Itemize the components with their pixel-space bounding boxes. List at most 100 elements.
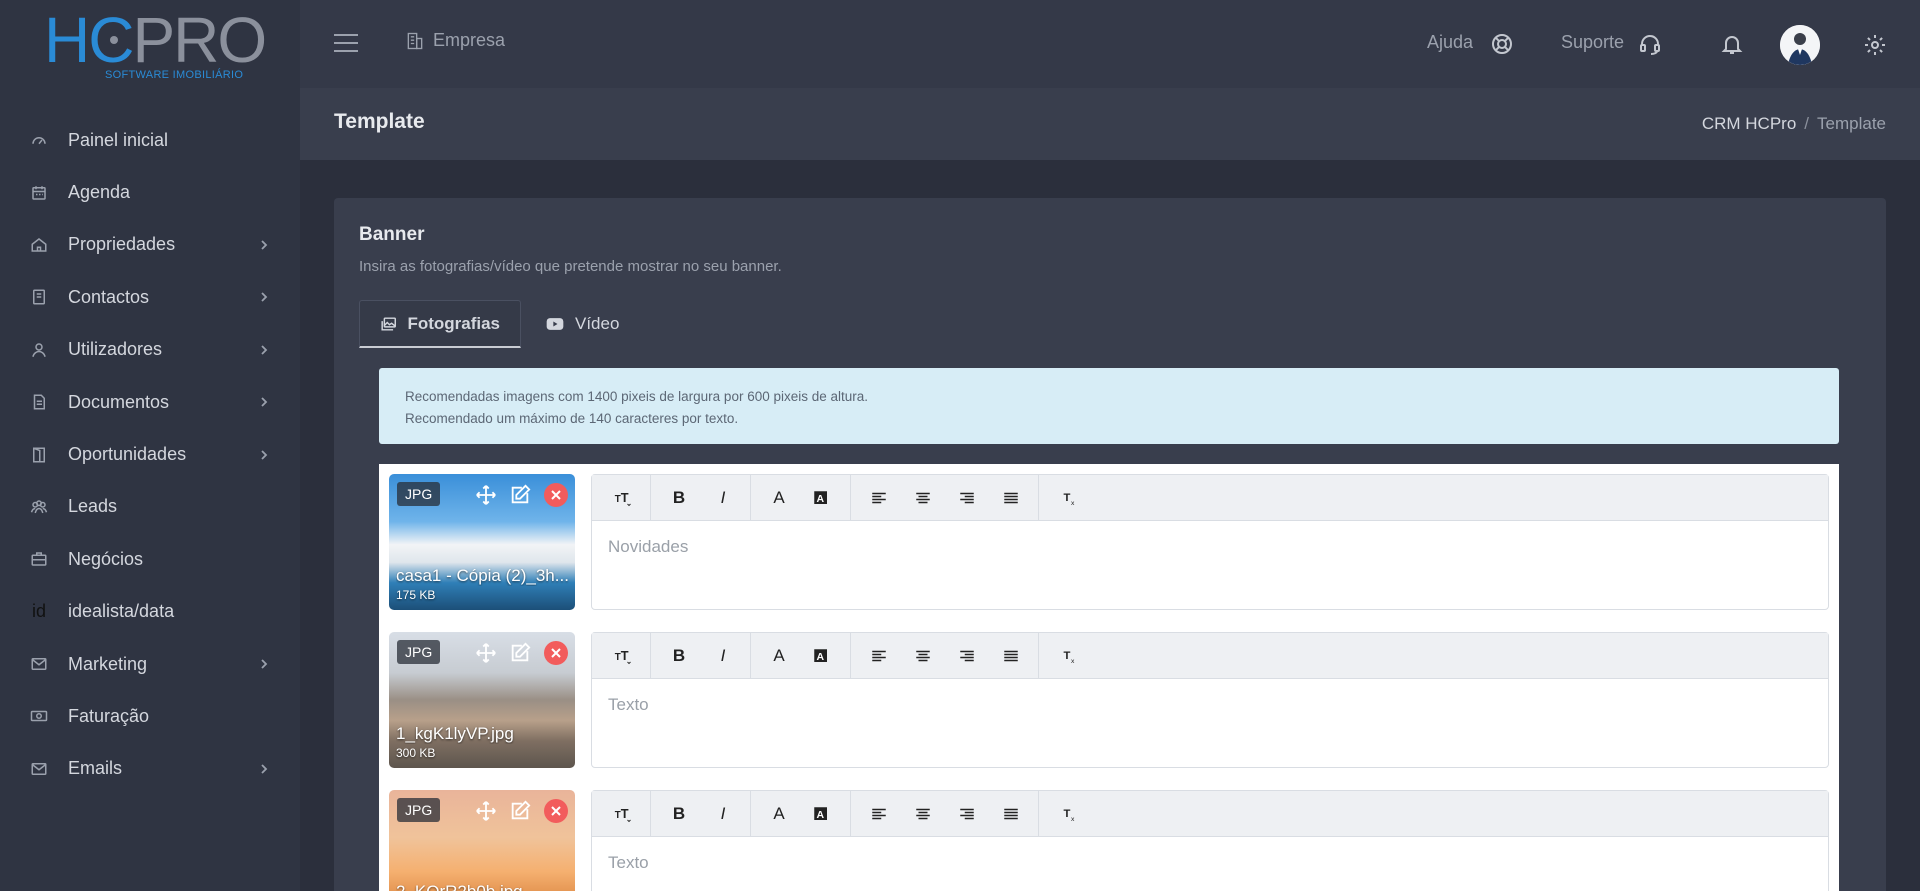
clear-format-icon[interactable]: Tx	[1058, 802, 1084, 826]
align-left-icon[interactable]	[866, 802, 892, 826]
font-size-icon[interactable]: TT	[610, 802, 636, 826]
svg-text:A: A	[817, 809, 825, 821]
file-name: casa1 - Cópia (2)_3h...	[396, 566, 569, 585]
bell-icon[interactable]	[1720, 32, 1744, 56]
sidebar-item-painel-inicial[interactable]: Painel inicial	[0, 114, 300, 166]
align-right-icon[interactable]	[954, 644, 980, 668]
move-icon[interactable]	[473, 798, 499, 824]
sidebar-nav: Painel inicial Agenda Propriedades Conta…	[0, 114, 300, 795]
svg-text:x: x	[1071, 500, 1075, 507]
move-icon[interactable]	[473, 482, 499, 508]
sidebar-item-oportunidades[interactable]: Oportunidades	[0, 428, 300, 480]
sidebar-item-idealista-data[interactable]: id idealista/data	[0, 586, 300, 638]
sidebar-item-marketing[interactable]: Marketing	[0, 638, 300, 690]
align-left-icon[interactable]	[866, 486, 892, 510]
editor-toolbar: TT B I A A Tx	[592, 791, 1828, 837]
sidebar-item-documentos[interactable]: Documentos	[0, 376, 300, 428]
delete-icon[interactable]	[544, 799, 568, 823]
font-color-button[interactable]: A	[766, 486, 792, 510]
mail-icon	[28, 758, 50, 780]
file-name: 2_KQrR2b0b.jpg	[396, 882, 571, 891]
font-size-icon[interactable]: TT	[610, 486, 636, 510]
logo-subtitle: SOFTWARE IMOBILIÁRIO	[105, 69, 244, 81]
editor-toolbar: TT B I A A Tx	[592, 633, 1828, 679]
editor-content[interactable]: Texto	[608, 695, 649, 715]
align-center-icon[interactable]	[910, 486, 936, 510]
document-icon	[28, 391, 50, 413]
page-title: Template	[334, 110, 425, 133]
image-thumbnail[interactable]: JPG casa1 - Cópia (2)_3h... 175 KB	[389, 474, 575, 610]
align-right-icon[interactable]	[954, 486, 980, 510]
company-selector[interactable]: Empresa	[405, 30, 505, 51]
align-left-icon[interactable]	[866, 644, 892, 668]
tab-video[interactable]: Vídeo	[525, 300, 639, 348]
people-group-icon	[28, 496, 50, 518]
sidebar-item-contactos[interactable]: Contactos	[0, 271, 300, 323]
align-justify-icon[interactable]	[998, 486, 1024, 510]
highlight-color-icon[interactable]: A	[808, 802, 834, 826]
info-alert: Recomendadas imagens com 1400 pixeis de …	[379, 368, 1839, 444]
breadcrumb-crm[interactable]: CRM HCPro	[1702, 114, 1796, 133]
clear-format-icon[interactable]: Tx	[1058, 486, 1084, 510]
tab-fotografias[interactable]: Fotografias	[359, 300, 521, 348]
editor-content[interactable]: Texto	[608, 853, 649, 873]
gear-icon[interactable]	[1863, 33, 1887, 57]
delete-icon[interactable]	[544, 641, 568, 665]
svg-text:x: x	[1071, 658, 1075, 665]
hamburger-menu-icon[interactable]	[334, 34, 358, 54]
highlight-color-icon[interactable]: A	[808, 486, 834, 510]
sidebar-item-faturacao[interactable]: Faturação	[0, 690, 300, 742]
sidebar-item-utilizadores[interactable]: Utilizadores	[0, 324, 300, 376]
font-size-icon[interactable]: TT	[610, 644, 636, 668]
italic-button[interactable]: I	[710, 644, 736, 668]
bold-button[interactable]: B	[666, 486, 692, 510]
italic-button[interactable]: I	[710, 486, 736, 510]
chevron-right-icon	[261, 659, 268, 669]
font-color-button[interactable]: A	[766, 644, 792, 668]
font-color-button[interactable]: A	[766, 802, 792, 826]
file-type-badge: JPG	[397, 798, 441, 822]
support-link[interactable]: Suporte	[1561, 32, 1624, 53]
home-icon	[28, 234, 50, 256]
user-avatar[interactable]	[1780, 25, 1820, 65]
align-justify-icon[interactable]	[998, 802, 1024, 826]
move-icon[interactable]	[473, 640, 499, 666]
chevron-right-icon	[261, 449, 268, 460]
contacts-book-icon	[28, 286, 50, 308]
banner-items-list: JPG casa1 - Cópia (2)_3h... 175 KB TT B …	[379, 464, 1839, 891]
help-link[interactable]: Ajuda	[1427, 32, 1473, 53]
images-icon	[381, 316, 396, 331]
sidebar-item-leads[interactable]: Leads	[0, 481, 300, 533]
page-header: Template CRM HCPro / Template	[300, 88, 1920, 160]
sidebar-item-agenda[interactable]: Agenda	[0, 166, 300, 218]
chevron-right-icon	[261, 397, 268, 407]
clear-format-icon[interactable]: Tx	[1058, 644, 1084, 668]
edit-icon[interactable]	[507, 798, 533, 824]
lifebuoy-icon[interactable]	[1490, 32, 1514, 56]
text-editor: TT B I A A Tx Novidades	[591, 474, 1829, 610]
envelope-icon	[28, 653, 50, 675]
italic-button[interactable]: I	[710, 802, 736, 826]
bold-button[interactable]: B	[666, 802, 692, 826]
highlight-color-icon[interactable]: A	[808, 644, 834, 668]
sidebar-item-negocios[interactable]: Negócios	[0, 533, 300, 585]
image-thumbnail[interactable]: JPG 2_KQrR2b0b.jpg	[389, 790, 575, 891]
align-justify-icon[interactable]	[998, 644, 1024, 668]
hcpro-logo[interactable]: HCPRO SOFTWARE IMOBILIÁRIO	[44, 8, 267, 88]
image-thumbnail[interactable]: JPG 1_kgK1lyVP.jpg 300 KB	[389, 632, 575, 768]
headset-icon[interactable]	[1638, 32, 1662, 56]
bold-button[interactable]: B	[666, 644, 692, 668]
sidebar-item-emails[interactable]: Emails	[0, 743, 300, 795]
edit-icon[interactable]	[507, 640, 533, 666]
align-center-icon[interactable]	[910, 802, 936, 826]
align-center-icon[interactable]	[910, 644, 936, 668]
align-right-icon[interactable]	[954, 802, 980, 826]
editor-content[interactable]: Novidades	[608, 537, 688, 557]
svg-text:T: T	[621, 806, 629, 821]
delete-icon[interactable]	[544, 483, 568, 507]
youtube-icon	[546, 318, 564, 330]
file-size: 175 KB	[396, 588, 436, 602]
sidebar-item-propriedades[interactable]: Propriedades	[0, 219, 300, 271]
dashboard-icon	[28, 129, 50, 151]
edit-icon[interactable]	[507, 482, 533, 508]
